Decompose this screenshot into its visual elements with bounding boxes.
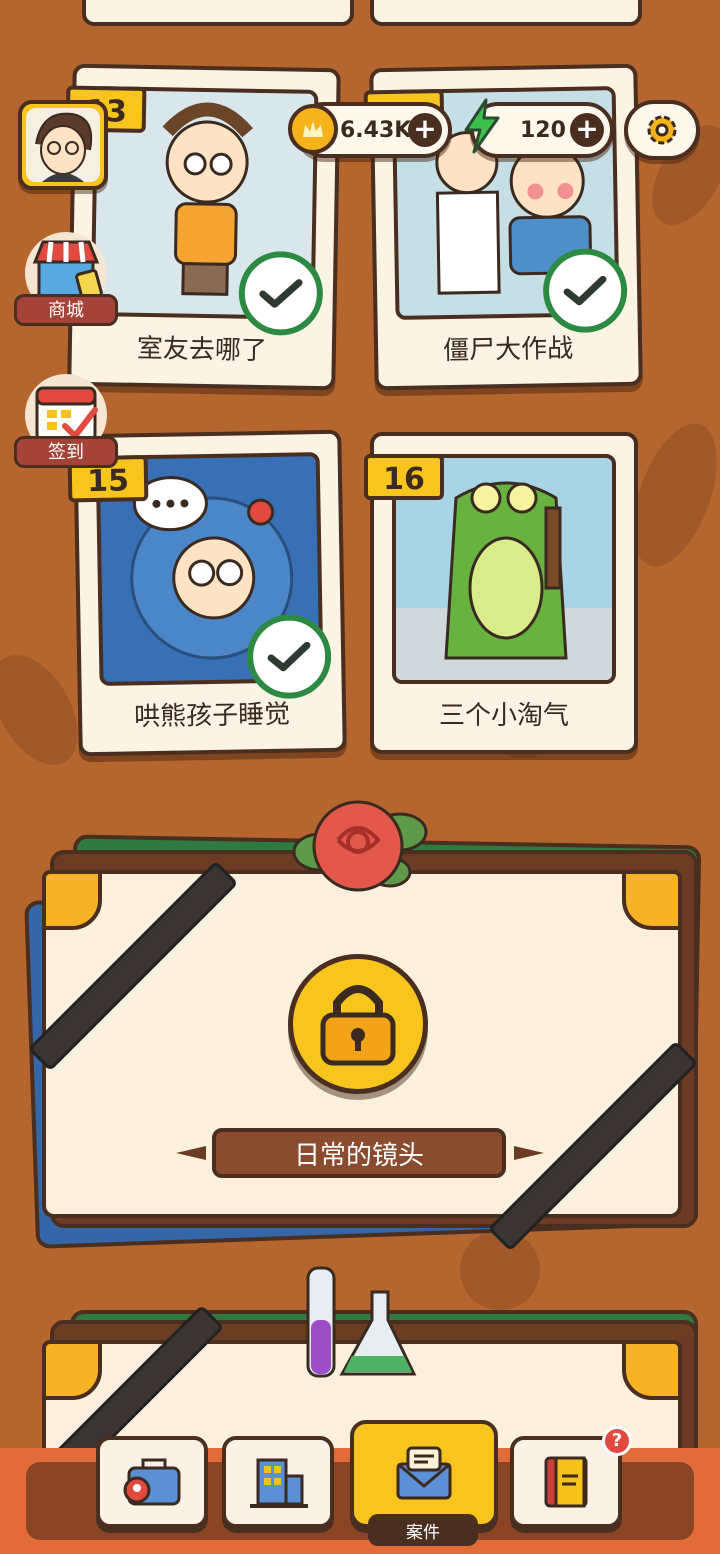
- shop-label: 商城: [14, 294, 118, 326]
- nav-cases-label-box: 案件: [368, 1514, 478, 1546]
- add-energy-button[interactable]: +: [570, 113, 604, 147]
- add-coins-button[interactable]: +: [408, 113, 442, 147]
- nav-cases-button[interactable]: [350, 1420, 498, 1528]
- chapter-title-ribbon: 日常的镜头: [212, 1128, 506, 1178]
- completed-check-icon: [542, 247, 628, 334]
- lightning-icon: [464, 98, 500, 154]
- corner-clip-icon: [42, 1340, 102, 1400]
- partial-card-top-right[interactable]: [370, 0, 642, 26]
- shop-button[interactable]: 商城: [14, 232, 118, 326]
- case-card[interactable]: 15 哄熊孩子睡觉: [67, 429, 347, 757]
- checkin-button[interactable]: 签到: [14, 374, 118, 468]
- notification-badge: ?: [602, 1426, 632, 1456]
- checkin-label: 签到: [14, 436, 118, 468]
- coin-counter: 6.43K +: [288, 102, 452, 158]
- case-card[interactable]: 16 三个小淘气: [364, 432, 638, 754]
- partial-card-top-left[interactable]: [82, 0, 354, 26]
- nav-journal-button[interactable]: ?: [510, 1426, 632, 1528]
- chapter-title: 日常的镜头: [293, 1140, 424, 1171]
- suitcase-map-icon: [123, 1458, 181, 1506]
- chapter-folder[interactable]: 日常的镜头: [24, 800, 702, 1252]
- lock-icon: [320, 985, 396, 1066]
- case-title: 哄熊孩子睡觉: [133, 699, 291, 733]
- nav-map-button[interactable]: [96, 1436, 208, 1528]
- mail-case-icon: [396, 1446, 452, 1500]
- nav-cases-label: 案件: [406, 1522, 440, 1543]
- avatar-face-icon: [26, 108, 100, 182]
- settings-button[interactable]: [624, 100, 700, 160]
- coin-amount: 6.43K: [340, 118, 412, 143]
- ribbon-right-arrow: [514, 1146, 544, 1160]
- gear-icon: [647, 115, 677, 145]
- case-title: 僵尸大作战: [442, 333, 574, 367]
- lock-button[interactable]: [288, 954, 428, 1094]
- ribbon-left-arrow: [176, 1146, 206, 1160]
- lab-flask-icon: [306, 1266, 417, 1378]
- corner-clip-icon: [622, 1340, 682, 1400]
- case-title: 三个小淘气: [438, 701, 569, 731]
- case-number-badge: 16: [364, 454, 444, 500]
- energy-amount: 120: [520, 118, 566, 143]
- completed-check-icon: [246, 613, 332, 700]
- nav-city-button[interactable]: [222, 1436, 334, 1528]
- player-avatar[interactable]: [18, 100, 108, 190]
- corner-clip-icon: [622, 870, 682, 930]
- building-icon: [250, 1458, 308, 1508]
- coin-icon: [288, 104, 338, 154]
- energy-counter: 120 +: [464, 98, 614, 158]
- corner-clip-icon: [42, 870, 102, 930]
- rose-icon: [292, 800, 428, 892]
- case-title: 室友去哪了: [136, 333, 268, 367]
- completed-check-icon: [238, 250, 324, 337]
- book-icon: [544, 1456, 588, 1508]
